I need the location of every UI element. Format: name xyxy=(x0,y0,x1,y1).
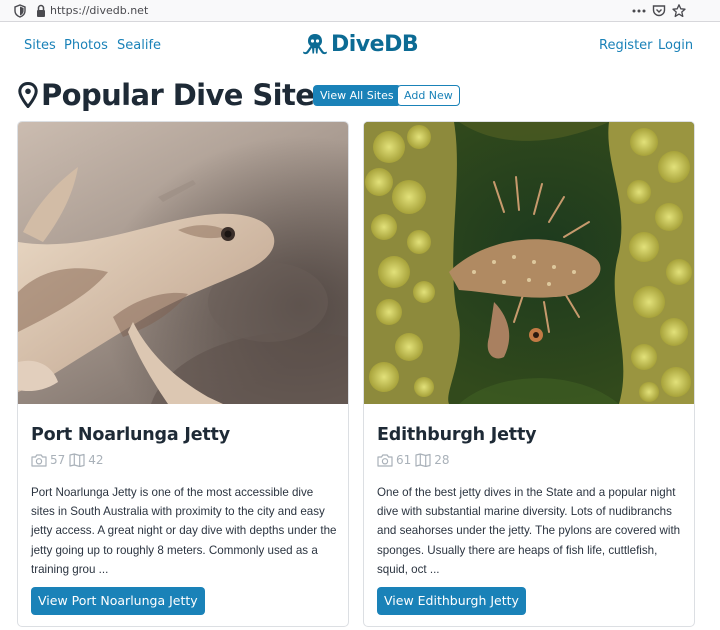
site-card: Port Noarlunga Jetty 57 42 Port Noarlung… xyxy=(17,121,349,627)
page-title: Popular Dive Sites xyxy=(41,78,332,112)
camera-icon xyxy=(377,453,393,467)
site-card: Edithburgh Jetty 61 28 One of the best j… xyxy=(363,121,695,627)
nav-register-link[interactable]: Register xyxy=(599,38,653,54)
map-count: 28 xyxy=(434,453,450,467)
photo-count: 61 xyxy=(396,453,412,467)
site-stats: 61 28 xyxy=(377,452,454,468)
address-bar-url[interactable]: https://divedb.net xyxy=(50,4,148,18)
page-heading: Popular Dive Sites xyxy=(18,76,332,114)
site-description: One of the best jetty dives in the State… xyxy=(377,486,681,576)
view-site-button[interactable]: View Edithburgh Jetty xyxy=(377,587,526,615)
nav-photos-link[interactable]: Photos xyxy=(64,38,108,54)
site-name[interactable]: Port Noarlunga Jetty xyxy=(31,425,230,445)
pocket-icon[interactable] xyxy=(651,3,667,19)
site-description: Port Noarlunga Jetty is one of the most … xyxy=(31,486,337,576)
photo-count: 57 xyxy=(50,453,66,467)
browser-toolbar: https://divedb.net xyxy=(0,0,720,22)
navbar: Sites Photos Sealife DiveDB Register Log… xyxy=(0,22,720,70)
map-count: 42 xyxy=(88,453,104,467)
nav-sites-link[interactable]: Sites xyxy=(24,38,56,54)
lock-icon[interactable] xyxy=(33,3,49,19)
octopus-icon xyxy=(303,34,327,55)
map-icon xyxy=(69,453,85,467)
map-icon xyxy=(415,453,431,467)
nav-sealife-link[interactable]: Sealife xyxy=(117,38,161,54)
more-icon[interactable] xyxy=(631,3,647,19)
brand-name: DiveDB xyxy=(331,31,419,57)
view-all-sites-button[interactable]: View All Sites xyxy=(313,85,401,106)
star-icon[interactable] xyxy=(671,3,687,19)
site-photo[interactable] xyxy=(18,122,348,404)
view-site-button[interactable]: View Port Noarlunga Jetty xyxy=(31,587,205,615)
brand-logo[interactable]: DiveDB xyxy=(302,31,419,57)
map-pin-icon xyxy=(18,82,38,108)
shield-icon[interactable] xyxy=(12,3,28,19)
site-photo[interactable] xyxy=(364,122,694,404)
site-stats: 57 42 xyxy=(31,452,108,468)
camera-icon xyxy=(31,453,47,467)
add-new-button[interactable]: Add New xyxy=(397,85,460,106)
nav-login-link[interactable]: Login xyxy=(658,38,693,54)
site-name[interactable]: Edithburgh Jetty xyxy=(377,425,537,445)
